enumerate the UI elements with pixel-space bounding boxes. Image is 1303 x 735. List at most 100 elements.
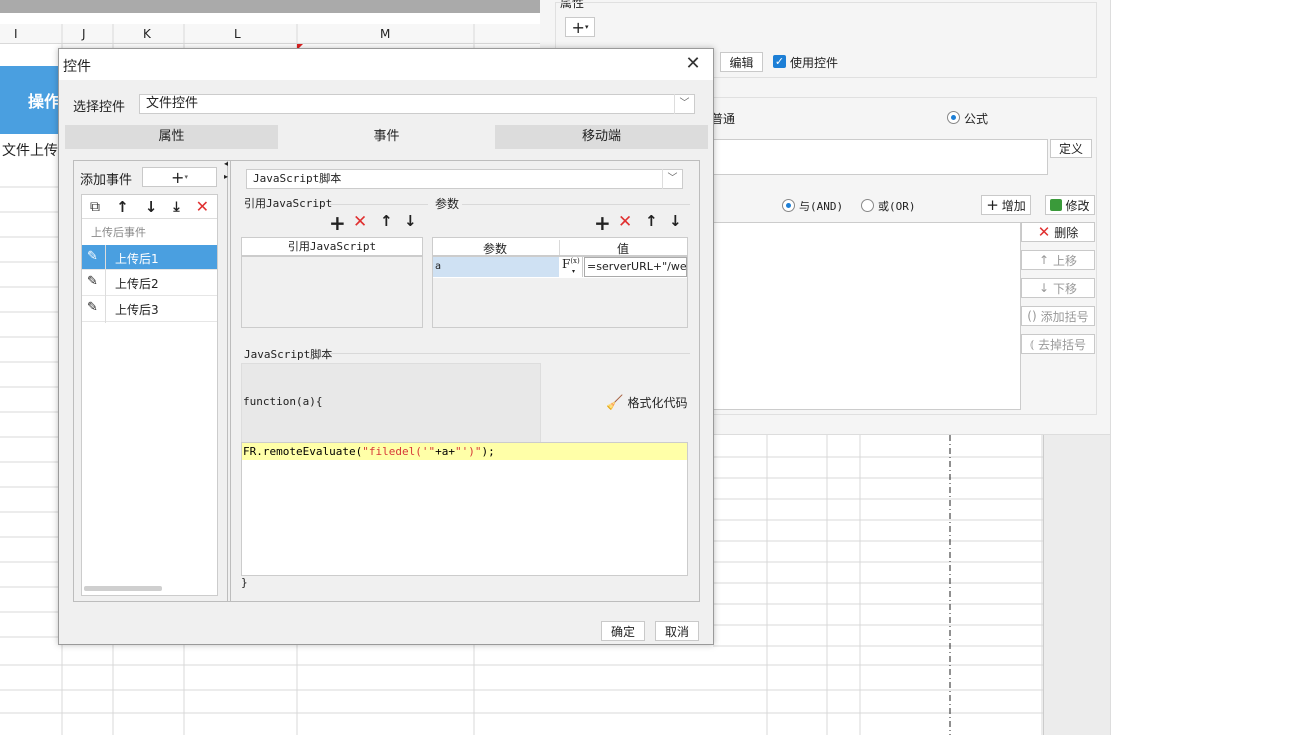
normal-radio-label[interactable]: 普通 [711,110,735,127]
delete-icon: ✕ [1037,223,1051,241]
widget-type-value: 文件控件 [146,96,199,111]
ref-js-table[interactable]: 引用JavaScript [241,237,423,328]
cancel-button[interactable]: 取消 [655,621,699,641]
move-down-button[interactable]: ↓ 下移 [1021,278,1095,298]
format-code-label: 格式化代码 [627,396,688,410]
tab-mobile[interactable]: 移动端 [495,125,708,149]
select-widget-label: 选择控件 [73,100,126,115]
param-name-column-label: 参数 [483,242,508,256]
add-condition-label: 增加 [1001,198,1026,213]
splitter-left-arrow[interactable]: ◂ [224,159,228,168]
edit-button-label: 编辑 [729,55,754,70]
ref-js-column-label: 引用JavaScript [287,240,377,253]
param-add-icon[interactable]: + [594,211,611,235]
param-row[interactable]: a F(x) ▾ =serverURL+"/we [433,257,687,278]
use-widget-checkbox[interactable]: ✓ [773,55,786,68]
tab-mobile-label: 移动端 [581,129,621,144]
widget-type-select[interactable]: 文件控件 ﹀ [139,94,695,114]
param-down-icon[interactable]: ↓ [669,212,682,230]
param-value-cell[interactable]: =serverURL+"/we [584,257,687,277]
param-name-value: a [435,261,442,272]
code-concat: +a+ [435,445,455,458]
script-type-value: JavaScript脚本 [253,172,342,185]
ref-js-section-label: 引用JavaScript [244,197,333,210]
param-name-cell[interactable]: a [433,257,559,277]
condition-list[interactable] [713,222,1021,410]
params-section-label: 参数 [435,197,460,211]
plus-icon: + [986,196,999,214]
closing-brace: } [241,576,248,589]
right-edge-panel [1043,435,1110,735]
code-line-1: FR.remoteEvaluate("filedel('"+a+"')"); [242,443,687,460]
formula-radio[interactable] [947,111,960,124]
script-code-editor[interactable]: FR.remoteEvaluate("filedel('"+a+"')"); [241,442,688,576]
pencil-icon: ✎ [87,249,98,264]
event-item-1-label: 上传后1 [115,252,159,266]
formula-input[interactable] [713,139,1048,175]
up-arrow-icon[interactable]: ↑ [116,198,129,216]
code-call: FR.remoteEvaluate( [243,445,363,458]
event-item-icon-column [105,245,106,323]
add-event-button[interactable]: + ▾ [142,167,217,187]
modify-icon [1050,199,1063,211]
ref-js-up-icon[interactable]: ↑ [380,212,393,230]
script-section-divider [331,353,690,354]
close-icon[interactable]: ✕ [683,54,703,74]
copy-icon[interactable]: ⧉ [90,199,100,215]
param-up-icon[interactable]: ↑ [645,212,658,230]
ref-js-delete-icon[interactable]: ✕ [353,212,367,232]
add-event-label: 添加事件 [80,173,133,188]
add-condition-button[interactable]: + 增加 [981,195,1031,215]
remove-bracket-icon: ⦅ [1029,336,1034,351]
ok-button[interactable]: 确定 [601,621,645,641]
splitter-right-arrow[interactable]: ▸ [224,172,228,181]
or-radio[interactable] [861,199,874,212]
widget-dialog: 控件 ✕ 选择控件 文件控件 ﹀ 属性 事件 移动端 添加事件 + ▾ ⧉ ↑ ↓… [58,48,714,645]
event-group-label: 上传后事件 [91,226,146,239]
and-radio[interactable] [782,199,795,212]
add-bracket-button[interactable]: () 添加括号 [1021,306,1095,326]
broom-icon: 🧹 [606,394,624,411]
pencil-icon: ✎ [87,300,98,315]
delete-condition-button[interactable]: ✕ 删除 [1021,222,1095,242]
params-divider [462,204,690,205]
script-type-select[interactable]: JavaScript脚本 ﹀ [246,169,683,189]
modify-condition-button[interactable]: 修改 [1045,195,1095,215]
down-arrow-icon: ↓ [1038,281,1050,295]
define-button-label: 定义 [1058,142,1083,156]
tab-events[interactable]: 事件 [279,125,494,149]
delete-icon[interactable]: ✕ [196,197,209,216]
params-header-separator [559,240,560,255]
event-item-2-label: 上传后2 [115,277,159,291]
event-item-3[interactable]: ✎ 上传后3 [82,296,217,322]
delete-condition-label: 删除 [1054,225,1079,240]
event-list-scrollbar[interactable] [84,586,162,591]
param-value-text: =serverURL+"/we [587,260,687,273]
down-arrow-icon[interactable]: ↓ [145,198,158,216]
panel-splitter[interactable] [227,160,231,602]
remove-bracket-button[interactable]: ⦅ 去掉括号 [1021,334,1095,354]
event-item-1[interactable]: ✎ 上传后1 [82,245,217,270]
move-up-button[interactable]: ↑ 上移 [1021,250,1095,270]
ref-js-down-icon[interactable]: ↓ [404,212,417,230]
tab-events-label: 事件 [373,129,400,144]
event-item-2[interactable]: ✎ 上传后2 [82,270,217,296]
chevron-down-icon: ﹀ [662,169,682,189]
format-code-button[interactable]: 🧹 格式化代码 [606,394,687,411]
chevron-down-icon: ﹀ [674,94,694,114]
formula-radio-label: 公式 [964,112,989,126]
formula-fx-icon[interactable]: F(x) ▾ [560,257,583,277]
dialog-titlebar [59,49,713,80]
add-property-button[interactable]: + ▾ [565,17,595,37]
move-bottom-icon[interactable]: ⤓ [173,199,179,215]
function-signature-box: function(a){ [241,363,541,443]
cancel-button-label: 取消 [664,624,689,639]
modify-condition-label: 修改 [1065,198,1090,213]
param-delete-icon[interactable]: ✕ [618,212,632,232]
up-arrow-icon: ↑ [1038,253,1050,267]
define-button[interactable]: 定义 [1050,139,1092,158]
code-end: ); [481,445,495,458]
ref-js-add-icon[interactable]: + [329,211,346,235]
edit-button[interactable]: 编辑 [720,52,763,72]
tab-properties[interactable]: 属性 [65,125,278,149]
